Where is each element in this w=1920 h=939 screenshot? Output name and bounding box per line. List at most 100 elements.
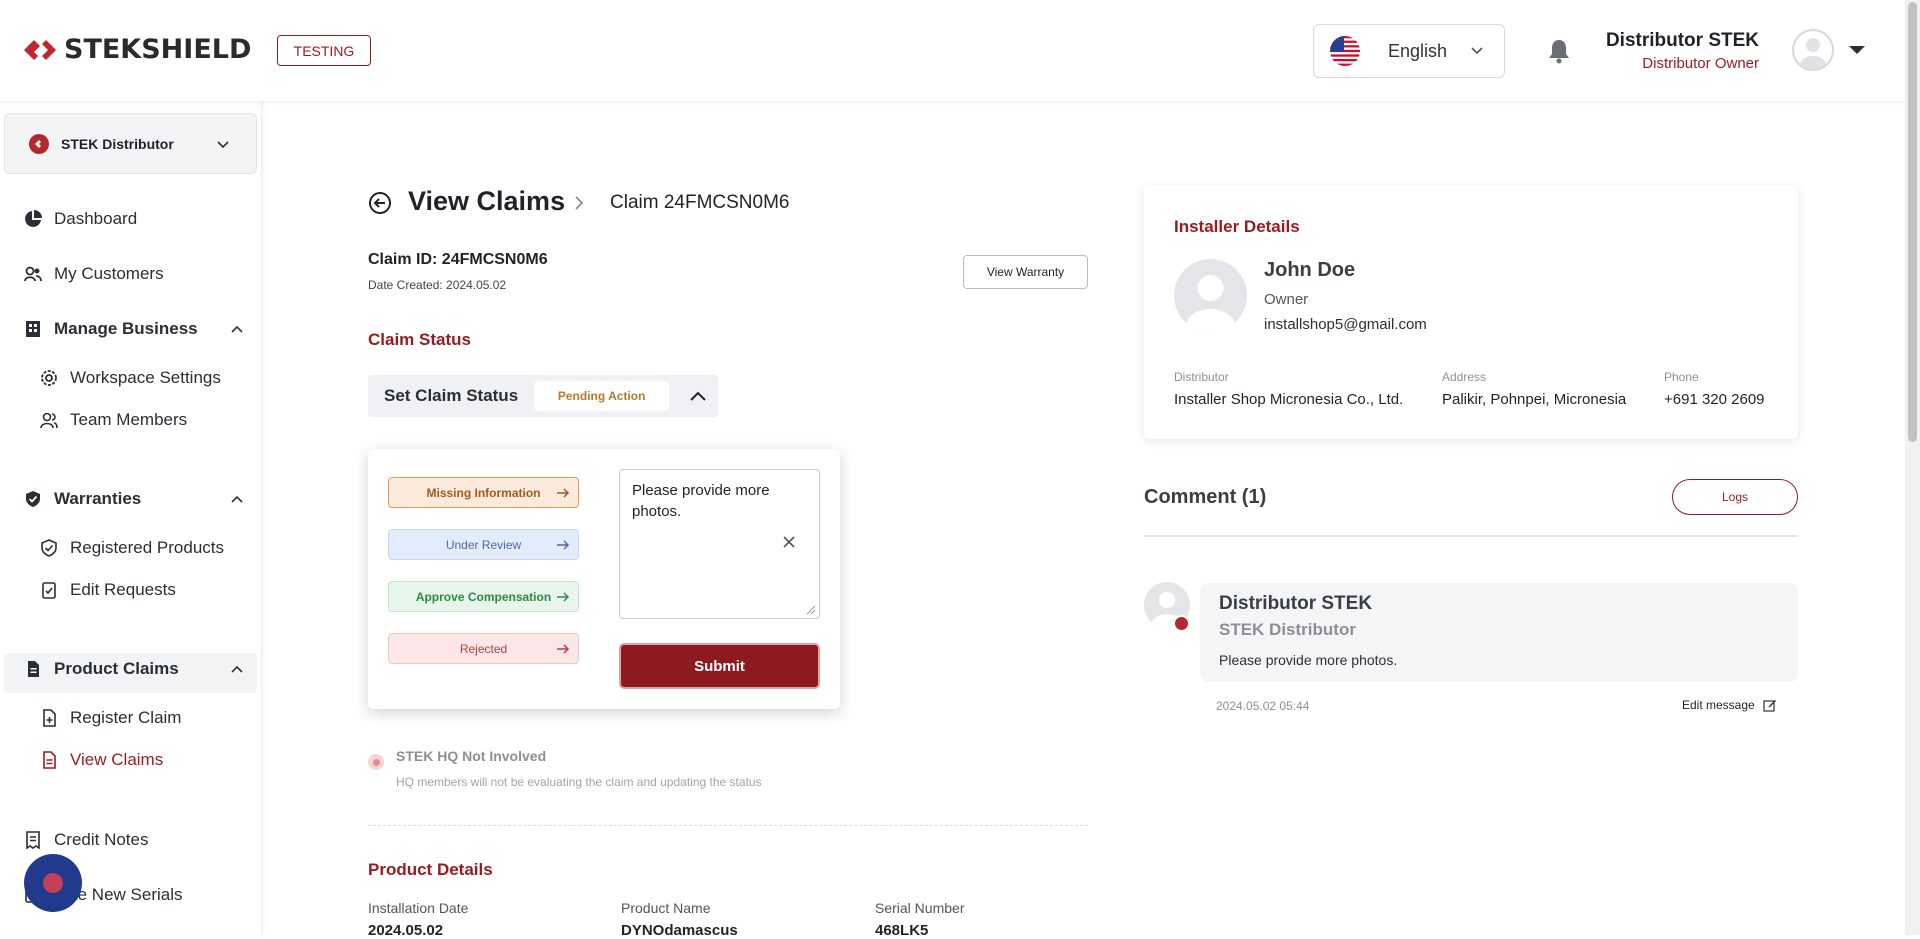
status-badge: Pending Action xyxy=(534,381,670,411)
hq-description: HQ members will not be evaluating the cl… xyxy=(396,775,762,789)
product-name-label: Product Name xyxy=(621,900,711,916)
shield-check-icon xyxy=(26,491,40,507)
sidebar-item-label: View Claims xyxy=(70,750,164,769)
address-label: Address xyxy=(1442,370,1487,384)
organization-switcher[interactable]: STEK Distributor xyxy=(4,113,257,174)
chevron-up-icon xyxy=(690,391,706,401)
status-option-rejected[interactable]: Rejected xyxy=(388,633,579,664)
help-chat-button[interactable] xyxy=(24,854,82,912)
document-icon xyxy=(28,661,39,677)
sidebar-item-manage-business[interactable]: Manage Business xyxy=(24,319,244,339)
address-value: Palikir, Pohnpei, Micronesia xyxy=(1442,391,1627,408)
comment-timestamp: 2024.05.02 05:44 xyxy=(1216,699,1310,713)
bell-icon[interactable] xyxy=(1547,38,1571,64)
product-name-value: DYNOdamascus xyxy=(621,922,738,939)
sidebar-item-label: Manage Business xyxy=(54,319,198,338)
serial-number-value: 468LK5 xyxy=(875,922,929,939)
building-icon xyxy=(26,321,40,337)
logs-button[interactable]: Logs xyxy=(1672,479,1798,515)
option-label: Under Review xyxy=(445,537,522,552)
organization-badge-icon xyxy=(1173,615,1190,632)
page-title: View Claims xyxy=(408,186,566,216)
divider xyxy=(1144,535,1798,537)
sidebar: STEK Distributor Dashboard My Customers … xyxy=(0,101,262,935)
sidebar-item-team-members[interactable]: Team Members xyxy=(40,410,187,430)
option-label: Approve Compensation xyxy=(415,589,552,604)
caret-down-icon[interactable] xyxy=(1848,44,1866,56)
user-avatar-icon xyxy=(1800,38,1826,69)
arrow-right-icon xyxy=(557,644,570,654)
us-flag-icon xyxy=(1330,36,1360,66)
document-plus-icon xyxy=(43,709,56,727)
sidebar-item-edit-requests[interactable]: Edit Requests xyxy=(40,580,176,600)
divider xyxy=(368,825,1088,826)
sidebar-item-label: Team Members xyxy=(70,410,188,429)
edit-message-link[interactable]: Edit message xyxy=(1682,698,1777,712)
sidebar-item-label: Edit Requests xyxy=(70,580,176,599)
document-text-icon xyxy=(43,751,56,769)
hq-title: STEK HQ Not Involved xyxy=(396,748,547,764)
status-option-under-review[interactable]: Under Review xyxy=(388,529,579,560)
sidebar-item-label: Register Claim xyxy=(70,708,182,727)
status-option-approve-compensation[interactable]: Approve Compensation xyxy=(388,581,579,612)
installer-email: installshop5@gmail.com xyxy=(1264,316,1427,333)
submit-button[interactable]: Submit xyxy=(619,643,820,689)
claim-status-title: Claim Status xyxy=(368,330,471,349)
chevron-up-icon xyxy=(231,495,243,503)
sidebar-item-dashboard[interactable]: Dashboard xyxy=(24,209,137,229)
close-icon[interactable] xyxy=(782,535,796,549)
hq-involvement-radio[interactable] xyxy=(368,754,384,770)
sidebar-item-view-claims[interactable]: View Claims xyxy=(40,750,163,770)
arrow-right-icon xyxy=(557,488,570,498)
team-icon xyxy=(40,412,58,429)
sidebar-item-workspace-settings[interactable]: Workspace Settings xyxy=(40,368,221,388)
set-claim-status-dropdown[interactable]: Set Claim Status Pending Action xyxy=(368,375,718,417)
distributor-value: Installer Shop Micronesia Co., Ltd. xyxy=(1174,391,1404,408)
scrollbar-thumb[interactable] xyxy=(1908,2,1917,442)
pie-chart-icon xyxy=(25,210,42,227)
sidebar-item-label: My Customers xyxy=(54,264,164,283)
environment-badge: TESTING xyxy=(277,35,371,66)
avatar[interactable] xyxy=(1792,29,1834,71)
status-option-missing-information[interactable]: Missing Information xyxy=(388,477,579,508)
sidebar-item-product-claims[interactable]: Product Claims xyxy=(24,659,244,679)
phone-label: Phone xyxy=(1664,370,1699,384)
option-label: Missing Information xyxy=(426,485,541,500)
view-warranty-button[interactable]: View Warranty xyxy=(963,255,1088,289)
status-popover: Missing Information Under Review Approve… xyxy=(368,449,840,709)
chevron-down-icon xyxy=(217,141,229,149)
chevron-up-icon xyxy=(231,665,243,673)
sidebar-item-label: Credit Notes xyxy=(54,830,149,849)
language-selector[interactable]: English xyxy=(1313,24,1505,78)
user-avatar-icon xyxy=(1186,275,1235,332)
users-icon xyxy=(24,266,42,282)
language-label: English xyxy=(1388,40,1448,61)
top-header: STEKSHIELD TESTING English Distributor S… xyxy=(0,0,1905,101)
installation-date-label: Installation Date xyxy=(368,900,469,916)
serial-number-label: Serial Number xyxy=(875,900,965,916)
edit-icon xyxy=(1763,700,1776,712)
chat-icon xyxy=(43,873,63,893)
installer-name: John Doe xyxy=(1264,259,1356,281)
sidebar-item-registered-products[interactable]: Registered Products xyxy=(40,538,224,558)
edit-message-label: Edit message xyxy=(1682,698,1755,712)
installer-details-card: Installer Details John Doe Owner install… xyxy=(1144,185,1798,439)
sidebar-item-my-customers[interactable]: My Customers xyxy=(24,264,164,284)
chevron-right-icon xyxy=(575,196,584,210)
set-status-label: Set Claim Status xyxy=(384,386,519,405)
distributor-label: Distributor xyxy=(1174,370,1229,384)
product-details-title: Product Details xyxy=(368,860,493,879)
app-logo[interactable]: STEKSHIELD xyxy=(22,34,251,65)
sidebar-item-label: Product Claims xyxy=(54,659,179,678)
chevron-down-icon xyxy=(1471,47,1483,55)
user-role: Distributor Owner xyxy=(1642,55,1759,72)
installation-date-value: 2024.05.02 xyxy=(368,922,444,939)
sidebar-item-credit-notes[interactable]: Credit Notes xyxy=(24,830,148,850)
receipt-icon xyxy=(26,831,40,849)
sidebar-item-register-claim[interactable]: Register Claim xyxy=(40,708,181,728)
sidebar-item-warranties[interactable]: Warranties xyxy=(24,489,244,509)
chevron-up-icon xyxy=(231,325,243,333)
phone-value: +691 320 2609 xyxy=(1664,391,1765,408)
back-arrow-icon[interactable] xyxy=(368,191,392,215)
resize-handle-icon[interactable] xyxy=(806,605,816,615)
